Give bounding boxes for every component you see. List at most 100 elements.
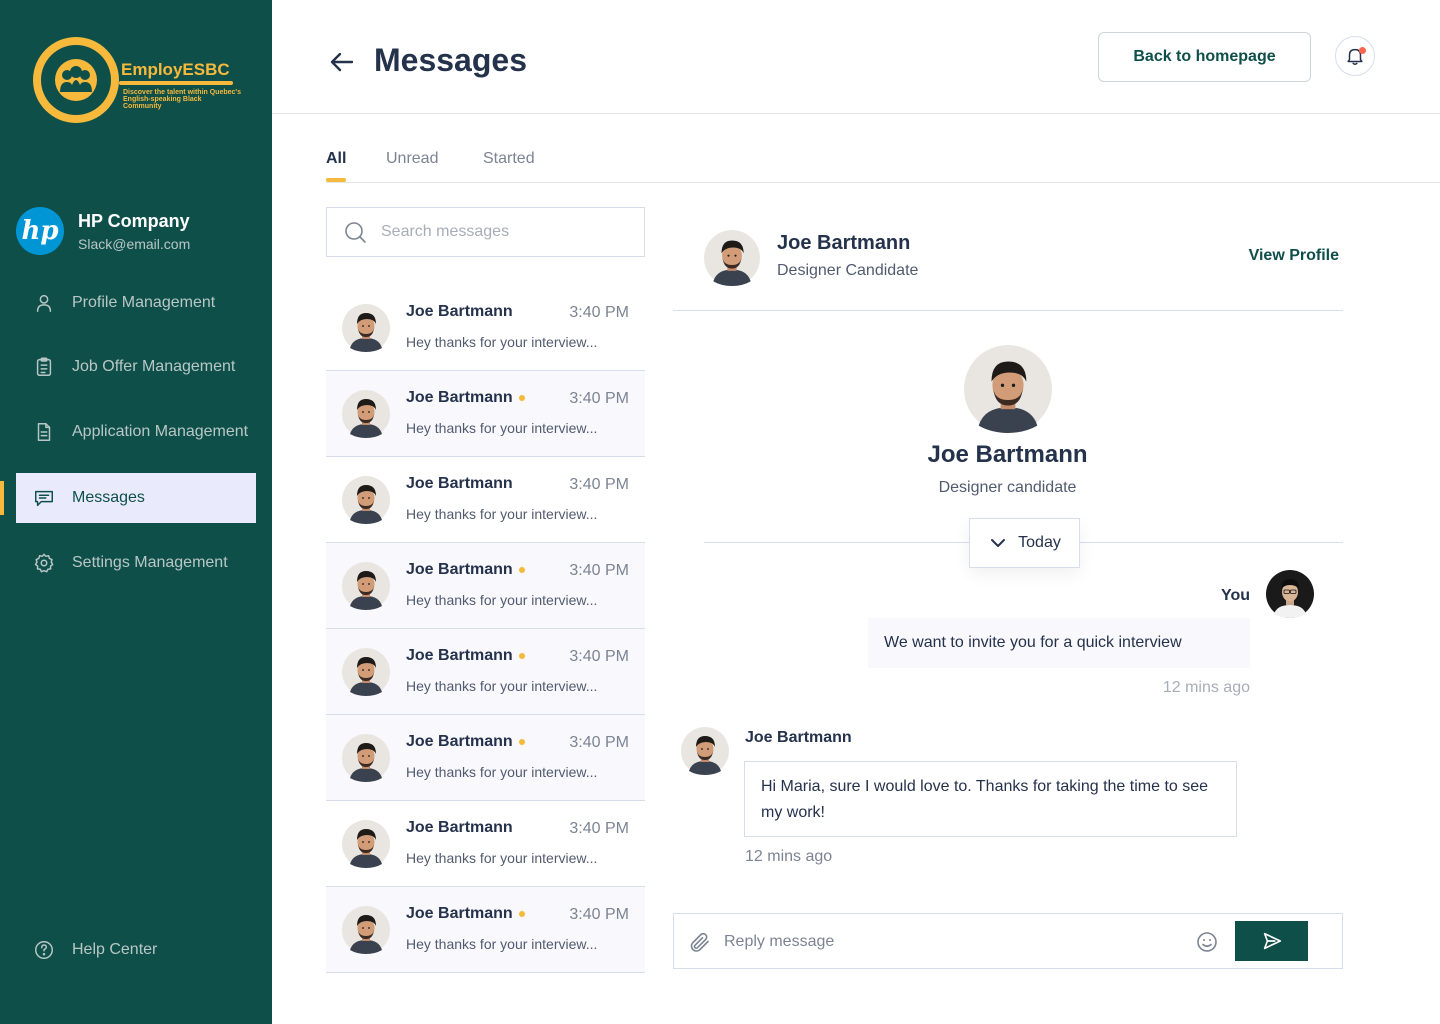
page-title: Messages [374, 42, 527, 78]
back-arrow-icon[interactable] [328, 48, 356, 76]
conversation-preview: Hey thanks for your interview... [406, 506, 598, 522]
profile-role: Designer candidate [938, 479, 1077, 496]
nav-item-settings-management[interactable]: Settings Management [16, 538, 256, 588]
search-icon [345, 222, 366, 243]
emoji-icon[interactable] [1195, 930, 1219, 954]
unread-dot [518, 910, 525, 917]
conversation-item[interactable]: Joe Bartmann 3:40 PM Hey thanks for your… [326, 715, 645, 801]
nav-label: Settings Management [72, 554, 228, 571]
sender-avatar [681, 727, 729, 775]
clipboard-icon [32, 355, 56, 379]
message-time: 12 mins ago [745, 848, 833, 865]
nav-label: Application Management [72, 423, 249, 440]
chat-icon [32, 486, 56, 510]
conversation-time: 3:40 PM [569, 562, 629, 579]
conversation-name: Joe Bartmann [406, 733, 525, 751]
nav-item-help-center[interactable]: Help Center [16, 925, 256, 975]
view-profile-link[interactable]: View Profile [1249, 247, 1339, 265]
avatar [342, 906, 390, 954]
tab-unread[interactable]: Unread [386, 150, 438, 168]
tab-all[interactable]: All [326, 150, 346, 168]
conversation-item[interactable]: Joe Bartmann 3:40 PM Hey thanks for your… [326, 629, 645, 715]
conversation-name: Joe Bartmann [406, 389, 525, 407]
company-logo: hp [16, 207, 64, 255]
contact-avatar [704, 230, 760, 286]
notifications-button[interactable] [1335, 36, 1375, 76]
chevron-down-icon [991, 539, 1006, 547]
conversation-time: 3:40 PM [569, 390, 629, 407]
back-to-homepage-button[interactable]: Back to homepage [1098, 32, 1311, 82]
document-icon [32, 420, 56, 444]
nav-item-application-management[interactable]: Application Management [16, 407, 256, 457]
search-box [326, 207, 645, 257]
unread-dot [518, 394, 525, 401]
active-nav-indicator [0, 481, 4, 515]
message-tabs: All Unread Started [326, 140, 1440, 183]
company-name: HP Company [78, 211, 190, 231]
search-input[interactable] [381, 223, 621, 241]
brand-logo[interactable]: EmployESBC Discover the talent within Qu… [33, 37, 243, 125]
message-sender: Joe Bartmann [745, 729, 852, 746]
sidebar: EmployESBC Discover the talent within Qu… [0, 0, 272, 1024]
avatar [342, 648, 390, 696]
paperclip-icon[interactable] [688, 930, 712, 954]
tab-started[interactable]: Started [483, 150, 535, 168]
conversation-item[interactable]: Joe Bartmann 3:40 PM Hey thanks for your… [326, 371, 645, 457]
conversation-name: Joe Bartmann [406, 561, 525, 579]
conversation-name: Joe Bartmann [406, 303, 513, 320]
nav-label: Profile Management [72, 294, 216, 311]
top-header: Messages Back to homepage [272, 0, 1440, 114]
conversation-time: 3:40 PM [569, 304, 629, 321]
profile-name: Joe Bartmann [927, 441, 1088, 468]
brand-name: EmployESBC [121, 60, 230, 79]
message-sender: You [1220, 587, 1250, 604]
day-selector[interactable]: Today [969, 518, 1080, 568]
contact-name: Joe Bartmann [777, 232, 911, 254]
conversation-preview: Hey thanks for your interview... [406, 334, 598, 350]
incoming-message: Hi Maria, sure I would love to. Thanks f… [744, 761, 1237, 837]
conversation-preview: Hey thanks for your interview... [406, 936, 598, 952]
gear-icon [32, 551, 56, 575]
reply-input[interactable] [724, 929, 1184, 955]
conversation-name: Joe Bartmann [406, 475, 513, 492]
nav-label: Job Offer Management [72, 358, 236, 375]
unread-dot [518, 738, 525, 745]
conversation-item[interactable]: Joe Bartmann 3:40 PM Hey thanks for your… [326, 887, 645, 973]
conversation-preview: Hey thanks for your interview... [406, 764, 598, 780]
logo-ring [33, 37, 119, 123]
nav-label: Messages [72, 489, 145, 506]
help-icon [32, 938, 56, 962]
user-icon [32, 291, 56, 315]
unread-dot [518, 566, 525, 573]
active-tab-indicator [326, 178, 346, 182]
conversation-time: 3:40 PM [569, 476, 629, 493]
conversation-item[interactable]: Joe Bartmann 3:40 PM Hey thanks for your… [326, 285, 645, 371]
conversation-item[interactable]: Joe Bartmann 3:40 PM Hey thanks for your… [326, 457, 645, 543]
company-profile[interactable]: hp HP Company Slack@email.com [16, 207, 256, 257]
avatar [342, 820, 390, 868]
send-button[interactable] [1235, 921, 1308, 961]
day-label: Today [1018, 534, 1061, 551]
user-avatar [1266, 570, 1314, 618]
nav-item-job-offer-management[interactable]: Job Offer Management [16, 342, 256, 392]
nav-item-profile-management[interactable]: Profile Management [16, 278, 256, 328]
conversation-item[interactable]: Joe Bartmann 3:40 PM Hey thanks for your… [326, 801, 645, 887]
avatar [342, 562, 390, 610]
avatar [342, 390, 390, 438]
brand-tagline: Discover the talent within Quebec's Engl… [123, 89, 241, 110]
people-icon [55, 59, 97, 101]
nav-label: Help Center [72, 941, 158, 958]
company-email: Slack@email.com [78, 236, 191, 252]
conversation-time: 3:40 PM [569, 734, 629, 751]
avatar [342, 476, 390, 524]
conversation-preview: Hey thanks for your interview... [406, 420, 598, 436]
conversation-item[interactable]: Joe Bartmann 3:40 PM Hey thanks for your… [326, 543, 645, 629]
message-time: 12 mins ago [1162, 679, 1250, 696]
chat-header: Joe Bartmann Designer Candidate View Pro… [673, 207, 1343, 311]
avatar [342, 304, 390, 352]
reply-bar [673, 913, 1343, 969]
conversation-name: Joe Bartmann [406, 647, 525, 665]
conversation-name: Joe Bartmann [406, 819, 513, 836]
contact-role: Designer Candidate [777, 262, 919, 279]
nav-item-messages[interactable]: Messages [16, 473, 256, 523]
